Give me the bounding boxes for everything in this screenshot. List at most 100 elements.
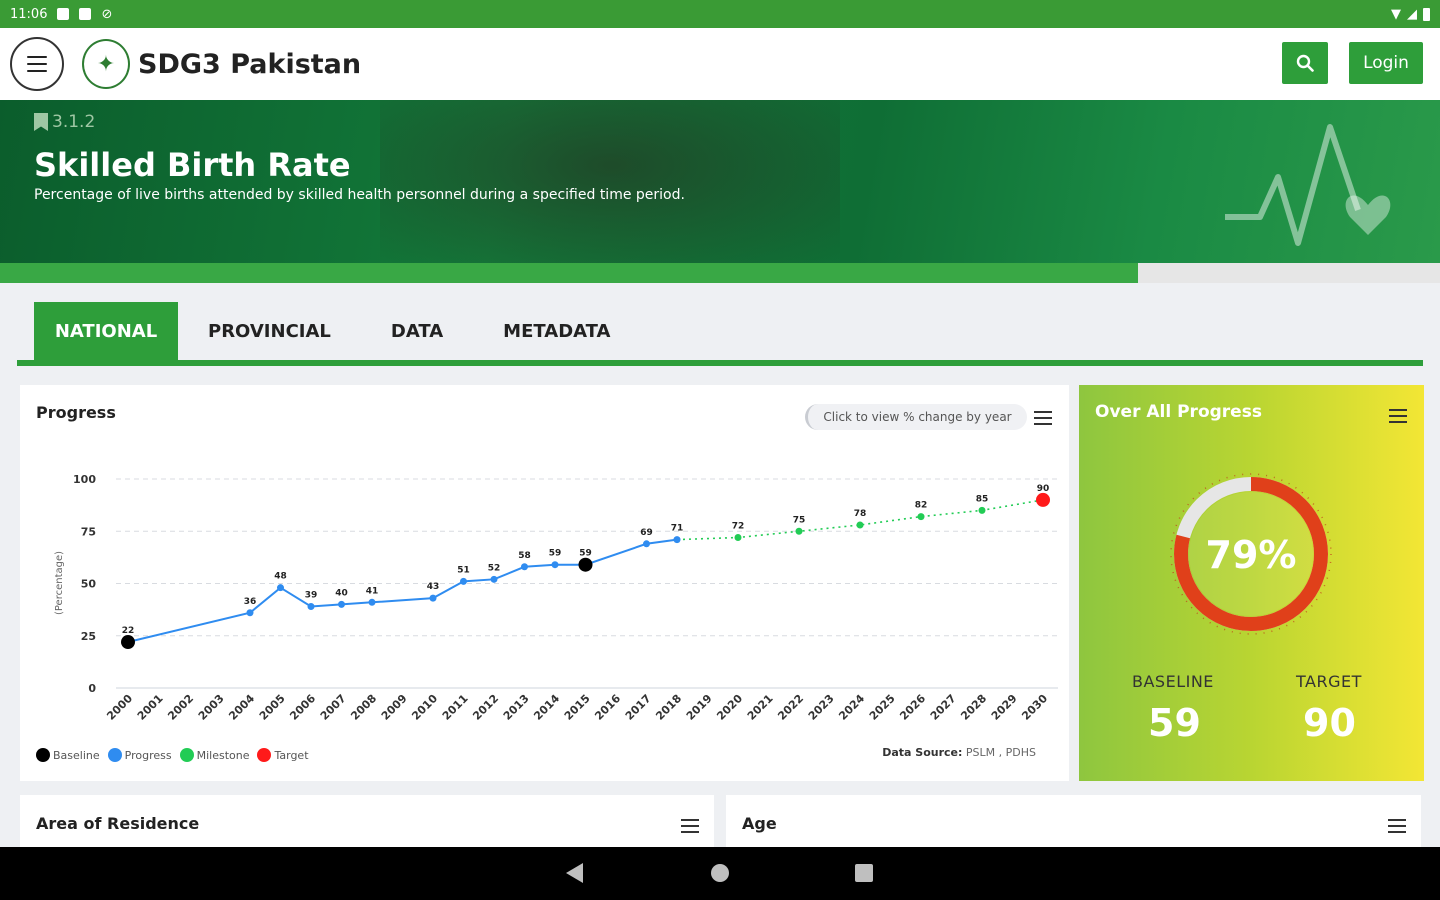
x-tick-label: 2005 xyxy=(257,692,288,723)
x-tick-label: 2030 xyxy=(1019,692,1050,723)
progress-chart-card: 0 25 50 75 100 (Percentage) 2000 2001 2002 2003 20… xyxy=(20,385,1069,781)
data-label: 75 xyxy=(793,515,806,525)
age-title: Age xyxy=(742,814,777,833)
x-tick-label: 2004 xyxy=(226,692,257,723)
milestone-point xyxy=(856,521,864,529)
back-icon[interactable] xyxy=(566,863,583,883)
x-tick-label: 2006 xyxy=(287,692,318,723)
data-label: 39 xyxy=(305,590,318,600)
tab-provincial[interactable]: PROVINCIAL xyxy=(178,302,361,360)
data-label: 69 xyxy=(640,528,653,538)
data-label: 51 xyxy=(457,565,470,575)
overall-menu-icon[interactable] xyxy=(1389,409,1407,423)
progress-point xyxy=(368,598,376,606)
data-label: 72 xyxy=(732,522,745,532)
data-label: 82 xyxy=(915,501,928,511)
system-navigation-bar xyxy=(0,847,1440,900)
chart-legend: Baseline Progress Milestone Target xyxy=(36,748,313,762)
data-label: 71 xyxy=(671,524,684,534)
bookmark-icon xyxy=(34,113,48,131)
y-tick-label: 100 xyxy=(73,473,96,486)
battery-icon xyxy=(1423,7,1430,21)
government-emblem-logo: ✦ xyxy=(82,39,130,89)
overall-progress-gauge: 79% xyxy=(1170,473,1332,635)
sd-card-icon xyxy=(79,8,92,20)
legend-label: Target xyxy=(274,748,309,762)
progress-point xyxy=(277,584,284,592)
progress-line xyxy=(127,538,678,643)
x-tick-label: 2020 xyxy=(714,692,745,723)
milestone-point xyxy=(795,527,803,535)
data-source-label: Data Source: xyxy=(882,746,963,759)
gauge-percent-label: 79% xyxy=(1206,533,1297,577)
app-title: SDG3 Pakistan xyxy=(138,48,362,80)
legend-item-progress[interactable]: Progress xyxy=(107,748,172,762)
area-of-residence-title: Area of Residence xyxy=(36,814,200,833)
progress-point xyxy=(429,594,437,602)
legend-item-target[interactable]: Target xyxy=(257,748,309,762)
age-menu-icon[interactable] xyxy=(1388,819,1406,833)
x-tick-label: 2022 xyxy=(775,692,806,723)
tab-national[interactable]: NATIONAL xyxy=(34,302,178,360)
legend-item-baseline[interactable]: Baseline xyxy=(36,748,100,762)
tab-bar: NATIONAL PROVINCIAL DATA METADATA xyxy=(17,300,1423,366)
recent-apps-icon[interactable] xyxy=(855,864,873,882)
milestone-point xyxy=(978,506,986,514)
x-tick-label: 2019 xyxy=(684,692,715,723)
data-label: 90 xyxy=(1037,484,1050,494)
x-tick-label: 2014 xyxy=(531,692,562,723)
target-value: 90 xyxy=(1303,701,1356,745)
x-tick-label: 2016 xyxy=(592,692,623,723)
legend-label: Milestone xyxy=(196,748,250,762)
data-label: 22 xyxy=(122,626,135,636)
baseline-point xyxy=(578,557,593,572)
chart-menu-icon[interactable] xyxy=(1034,411,1052,425)
residence-menu-icon[interactable] xyxy=(681,819,699,833)
tab-data[interactable]: DATA xyxy=(361,302,473,360)
x-tick-label: 2026 xyxy=(897,692,928,723)
target-label: TARGET xyxy=(1296,672,1362,691)
overall-progress-card: Over All Progress 79% BASELINE 59 TARGET… xyxy=(1079,385,1424,781)
home-icon[interactable] xyxy=(711,864,729,882)
indicator-title: Skilled Birth Rate xyxy=(34,146,351,184)
x-tick-label: 2009 xyxy=(379,692,410,723)
x-tick-label: 2011 xyxy=(440,692,471,723)
status-time: 11:06 xyxy=(10,6,48,22)
x-tick-label: 2002 xyxy=(165,692,196,723)
x-tick-label: 2001 xyxy=(135,692,166,723)
x-tick-label: 2012 xyxy=(470,692,501,723)
percent-change-toggle[interactable]: Click to view % change by year xyxy=(805,404,1027,430)
data-label: 41 xyxy=(366,586,379,596)
indicator-progress-bar xyxy=(0,263,1440,283)
login-button[interactable]: Login xyxy=(1349,42,1423,84)
x-tick-label: 2017 xyxy=(623,692,654,723)
milestone-point xyxy=(734,534,742,542)
tab-metadata[interactable]: METADATA xyxy=(473,302,640,360)
wifi-icon: ▼ xyxy=(1391,6,1401,22)
milestone-point xyxy=(917,513,925,521)
progress-point xyxy=(521,563,528,571)
baseline-point xyxy=(121,635,135,650)
data-label: 40 xyxy=(335,588,348,598)
legend-label: Progress xyxy=(124,748,172,762)
x-tick-label: 2018 xyxy=(653,692,684,723)
x-tick-label: 2008 xyxy=(348,692,379,723)
x-tick-label: 2015 xyxy=(562,692,593,723)
x-tick-label: 2003 xyxy=(196,692,227,723)
indicator-description: Percentage of live births attended by sk… xyxy=(34,187,685,203)
indicator-code: 3.1.2 xyxy=(34,112,95,132)
search-button[interactable] xyxy=(1282,42,1328,84)
heartbeat-heart-icon xyxy=(1225,124,1391,246)
y-tick-label: 25 xyxy=(81,630,96,643)
x-tick-label: 2024 xyxy=(836,692,867,723)
data-label: 43 xyxy=(427,582,440,592)
x-tick-label: 2010 xyxy=(409,692,440,723)
data-label: 48 xyxy=(274,572,287,582)
menu-button[interactable] xyxy=(10,37,64,91)
progress-point xyxy=(490,575,498,583)
data-source: Data Source: PSLM , PDHS xyxy=(882,746,1036,759)
legend-item-milestone[interactable]: Milestone xyxy=(179,748,250,762)
x-tick-label: 2029 xyxy=(989,692,1020,723)
overall-progress-title: Over All Progress xyxy=(1095,402,1262,422)
progress-point xyxy=(307,602,315,610)
